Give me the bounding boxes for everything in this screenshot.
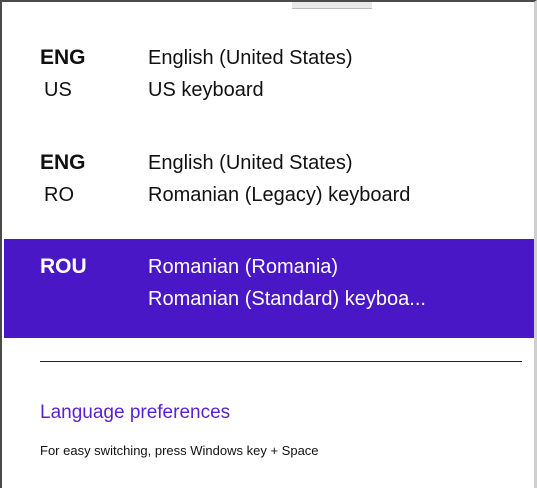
- keyboard-layout-name: Romanian (Standard) keyboa...: [148, 288, 426, 310]
- language-preferences-link[interactable]: Language preferences: [40, 400, 230, 426]
- language-item-rou[interactable]: ROU Romanian (Romania) Romanian (Standar…: [4, 239, 534, 338]
- region-code: RO: [44, 184, 74, 206]
- language-description: English (United States) Romanian (Legacy…: [148, 147, 528, 211]
- language-description: Romanian (Romania) Romanian (Standard) k…: [148, 251, 528, 315]
- language-item-eng-us[interactable]: ENG US English (United States) US keyboa…: [4, 42, 534, 122]
- language-abbreviation: ROU: [40, 255, 87, 278]
- language-name: English (United States): [148, 152, 353, 174]
- language-abbreviation: ENG: [40, 151, 86, 174]
- language-abbreviation: ENG: [40, 46, 86, 69]
- language-name: English (United States): [148, 47, 353, 69]
- switching-hint-text: For easy switching, press Windows key + …: [40, 443, 319, 458]
- section-divider: [40, 361, 522, 362]
- language-code: ROU: [40, 251, 130, 283]
- keyboard-layout-name: US keyboard: [148, 79, 264, 101]
- language-item-eng-ro[interactable]: ENG RO English (United States) Romanian …: [4, 147, 534, 227]
- region-code: US: [44, 79, 72, 101]
- language-name: Romanian (Romania): [148, 256, 339, 278]
- language-code: ENG RO: [40, 147, 130, 211]
- keyboard-layout-name: Romanian (Legacy) keyboard: [148, 184, 411, 206]
- language-flyout: ENG US English (United States) US keyboa…: [0, 0, 537, 488]
- language-description: English (United States) US keyboard: [148, 42, 528, 106]
- taskbar-indicator-tab: [292, 2, 372, 9]
- language-code: ENG US: [40, 42, 130, 106]
